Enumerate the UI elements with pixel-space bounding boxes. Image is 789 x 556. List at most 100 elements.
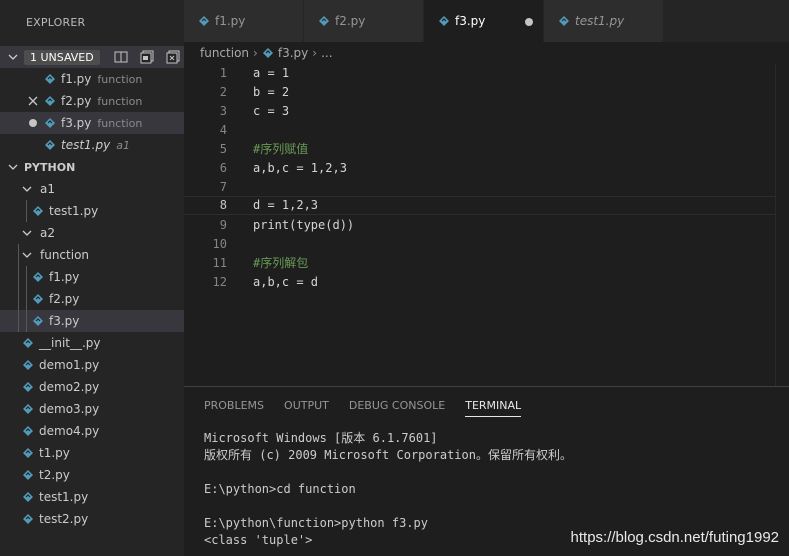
line-number: 3 [219,104,227,118]
python-file-icon [33,294,43,304]
tree-folder-a1[interactable]: a1 [0,178,184,200]
breadcrumb-file[interactable]: f3.py [278,42,308,64]
tree-label: __init__.py [39,336,101,350]
tab-terminal[interactable]: TERMINAL [465,399,522,417]
line-number: 8 [219,198,227,212]
terminal-line: E:\python>cd function [204,482,356,496]
tree-file-f2[interactable]: f2.py [0,288,184,310]
line-number: 10 [212,237,227,251]
open-editor-folder: function [97,94,143,108]
python-file-icon [439,16,449,26]
tree-file-f1[interactable]: f1.py [0,266,184,288]
tree-file-init[interactable]: __init__.py [0,332,184,354]
code-text: print(type(d)) [253,218,355,232]
code-line: 5 #序列赋值 [184,140,789,159]
tree-label: t2.py [39,468,70,482]
tab-f1[interactable]: f1.py [184,0,304,42]
python-file-icon [23,338,33,348]
code-text: c = 3 [253,104,290,118]
editor-tab-bar: f1.py f2.py f3.py test1.py [184,0,789,42]
tab-debug-console[interactable]: DEBUG CONSOLE [349,399,445,417]
tree-label: f2.py [49,292,80,306]
line-number: 7 [219,180,227,194]
code-line: 9 print(type(d)) [184,216,789,235]
tree-label: demo4.py [39,424,100,438]
tree-label: test1.py [49,204,99,218]
terminal-line: E:\python\function>python f3.py [204,516,428,530]
python-file-icon [319,16,329,26]
unsaved-badge: 1 UNSAVED [24,49,100,65]
open-editor-f3[interactable]: f3.py function [0,112,184,134]
tree-label: f3.py [49,314,80,328]
chevron-down-icon [22,252,32,258]
tree-file-t2[interactable]: t2.py [0,464,184,486]
python-file-icon [23,360,33,370]
open-editor-test1[interactable]: test1.py a1 [0,134,184,156]
tree-file-test2[interactable]: test2.py [0,508,184,530]
open-editor-folder: a1 [116,138,130,152]
python-file-icon [23,382,33,392]
toggle-vertical-layout-icon[interactable] [114,50,128,64]
tree-label: function [40,248,90,262]
code-text: a,b,c = 1,2,3 [253,161,347,175]
terminal-output[interactable]: Microsoft Windows [版本 6.1.7601] 版权所有 (c)… [204,430,572,549]
explorer-title: EXPLORER [26,16,86,29]
code-comment: #序列赋值 [253,142,309,156]
tab-label: f2.py [335,14,366,28]
open-editor-f1[interactable]: f1.py function [0,68,184,90]
tree-label: test1.py [39,490,89,504]
chevron-right-icon: › [253,46,258,60]
line-number: 6 [219,161,227,175]
tab-test1[interactable]: test1.py [544,0,664,42]
tab-f2[interactable]: f2.py [304,0,424,42]
code-line: 7 [184,178,789,197]
terminal-line: <class 'tuple'> [204,533,313,547]
open-editor-folder: function [97,72,143,86]
tab-problems[interactable]: PROBLEMS [204,399,264,417]
tab-label: f1.py [215,14,246,28]
python-folder-header[interactable]: PYTHON [0,156,184,178]
tree-file-demo3[interactable]: demo3.py [0,398,184,420]
tree-file-test1[interactable]: test1.py [0,486,184,508]
close-icon[interactable] [25,93,41,109]
line-number: 12 [212,275,227,289]
indent-guide [18,244,19,266]
code-text: a,b,c = d [253,275,319,289]
tree-folder-function[interactable]: function [0,244,184,266]
tree-label: demo3.py [39,402,100,416]
indent-guide [26,200,27,222]
tree-folder-a2[interactable]: a2 [0,222,184,244]
python-file-icon [199,16,209,26]
tree-file-t1[interactable]: t1.py [0,442,184,464]
tree-file-demo1[interactable]: demo1.py [0,354,184,376]
code-comment: #序列解包 [253,256,309,270]
code-line: 12 a,b,c = d [184,273,789,292]
code-line: 1 a = 1 [184,64,789,83]
tree-label: demo1.py [39,358,100,372]
unsaved-dot-icon[interactable] [525,18,533,26]
editor-scrollbar[interactable] [775,64,789,386]
breadcrumb-folder[interactable]: function [200,42,249,64]
code-text: b = 2 [253,85,290,99]
tab-f3[interactable]: f3.py [424,0,544,42]
line-number: 9 [219,218,227,232]
chevron-down-icon [22,186,32,192]
tree-file-f3[interactable]: f3.py [0,310,184,332]
tree-file-test1-a1[interactable]: test1.py [0,200,184,222]
python-file-icon [262,48,273,58]
code-editor[interactable]: 1 a = 1 2 b = 2 3 c = 3 4 5 #序列赋值 6 a,b,c = 1… [184,64,789,386]
tree-label: t1.py [39,446,70,460]
python-file-icon [33,272,43,282]
save-all-icon[interactable] [140,50,154,64]
breadcrumb-symbol[interactable]: ... [321,42,332,64]
line-number: 4 [219,123,227,137]
python-file-icon [23,426,33,436]
close-all-icon[interactable] [166,50,180,64]
tree-file-demo4[interactable]: demo4.py [0,420,184,442]
tab-output[interactable]: OUTPUT [284,399,329,417]
tree-file-demo2[interactable]: demo2.py [0,376,184,398]
indent-guide [18,288,19,310]
open-editor-f2[interactable]: f2.py function [0,90,184,112]
open-editor-name: test1.py [61,138,111,152]
open-editors-header[interactable]: 1 UNSAVED [0,46,184,68]
